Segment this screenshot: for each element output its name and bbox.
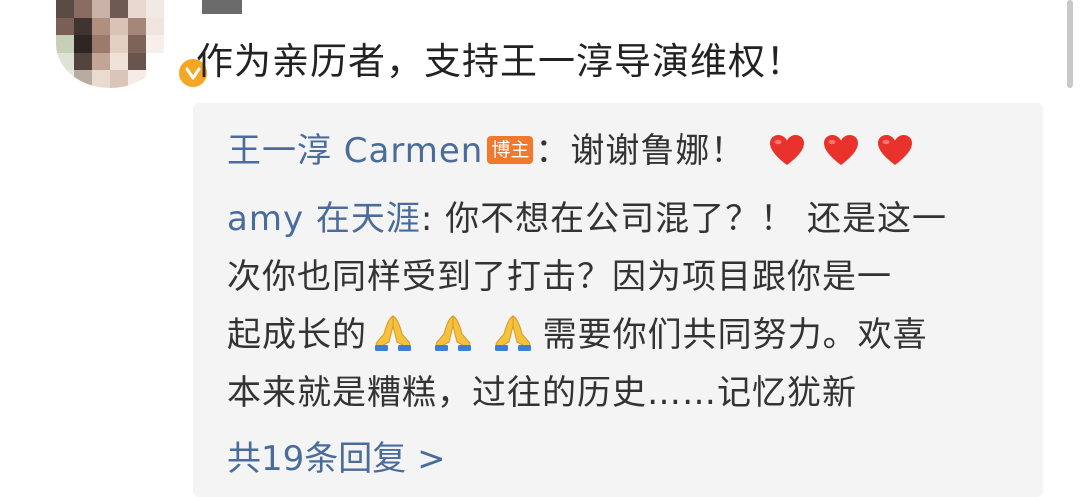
reply-separator: ：: [535, 131, 571, 171]
reply-item[interactable]: 王一淳 Carmen 博主 ：谢谢鲁娜！: [227, 127, 919, 179]
reply-item[interactable]: amy 在天涯: 你不想在公司混了？！ 还是这一: [227, 195, 947, 243]
reply-text-line: 次你也同样受到了打击？因为项目跟你是一: [227, 257, 892, 297]
folded-hands-icon: [375, 315, 411, 351]
heart-icon: [824, 135, 859, 165]
heart-icon: [770, 135, 805, 165]
reply-text-line: 需要你们共同努力。欢喜: [542, 315, 928, 355]
comment-thread: 作为亲历者，支持王一淳导演维权！ 王一淳 Carmen 博主 ：谢谢鲁娜！ amy …: [0, 0, 1083, 497]
heart-icon: [878, 135, 912, 165]
avatar: [56, 0, 164, 88]
reply-text-row: 起成长的 需要你们共同努力。欢喜: [227, 311, 928, 365]
folded-hands-icon: [434, 315, 471, 351]
reply-author-link[interactable]: amy 在天涯: [227, 199, 421, 239]
reply-text-line: 你不想在公司混了？！ 还是这一: [445, 199, 947, 239]
username-cropped: [202, 0, 242, 14]
reply-box[interactable]: 王一淳 Carmen 博主 ：谢谢鲁娜！ amy 在天涯: 你不想在公司混了？！ 还…: [193, 103, 1043, 497]
folded-hands-emoji-group: [371, 312, 539, 365]
comment-text: 作为亲历者，支持王一淳导演维权！: [196, 40, 804, 83]
folded-hands-icon: [494, 315, 531, 351]
reply-text-line: 起成长的: [227, 315, 367, 355]
reply-text: 谢谢鲁娜！: [570, 131, 746, 171]
reply-separator: :: [420, 199, 446, 239]
more-replies-link[interactable]: 共19条回复 >: [227, 435, 446, 483]
blogger-badge: 博主: [487, 136, 534, 164]
scrollbar[interactable]: [1067, 0, 1073, 88]
reply-author-link[interactable]: 王一淳 Carmen: [227, 131, 483, 171]
heart-emoji-group: [769, 131, 919, 179]
reply-text-line: 本来就是糟糕，过往的历史……记忆犹新: [227, 373, 857, 413]
user-avatar[interactable]: [56, 0, 210, 90]
